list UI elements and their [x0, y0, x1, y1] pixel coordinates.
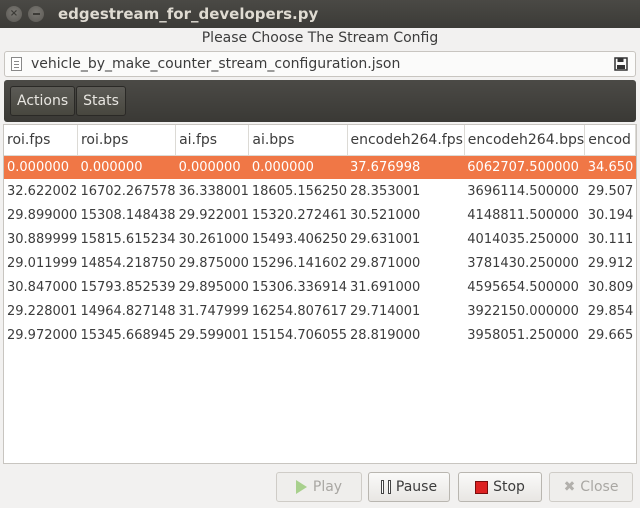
table-cell: 28.819000 [350, 327, 421, 343]
config-file-name: vehicle_by_make_counter_stream_configura… [31, 56, 401, 72]
table-cell: 30.847000 [7, 279, 78, 295]
table-cell: 4595654.500000 [467, 279, 579, 295]
table-cell: 29.599001 [178, 327, 249, 343]
table-cell: 0.000000 [175, 155, 249, 179]
table-cell: 3696114.500000 [467, 183, 579, 199]
table-cell: 14964.827148 [80, 303, 176, 319]
table-cell: 29.912 [587, 255, 634, 271]
table-cell: 3922150.000000 [467, 303, 579, 319]
save-icon[interactable] [613, 56, 629, 72]
dialog-subtitle: Please Choose The Stream Config [201, 30, 439, 46]
table-cell: 30.809 [587, 279, 634, 295]
table-cell: 34.650 [584, 155, 636, 179]
pause-icon [380, 480, 391, 494]
column-header[interactable]: roi.fps [4, 125, 78, 156]
table-cell: 29.665 [587, 327, 634, 343]
table-row[interactable]: 29.899000 15308.148438 29.922001 15320.2724… [4, 203, 636, 227]
column-header[interactable]: ai.bps [248, 125, 348, 156]
table-cell: 0.000000 [248, 155, 347, 179]
toolbar: Actions Stats [4, 80, 636, 122]
table-cell: 16254.807617 [251, 303, 347, 319]
window-close-icon[interactable]: × [6, 6, 22, 22]
table-cell: 15154.706055 [251, 327, 347, 343]
table-cell: 29.875000 [178, 255, 249, 271]
table-row[interactable]: 29.011999 14854.218750 29.875000 15296.1416… [4, 251, 636, 275]
table-cell: 15815.615234 [80, 231, 176, 247]
table-cell: 3958051.250000 [467, 327, 579, 343]
table-cell: 30.111 [587, 231, 634, 247]
table-cell: 4148811.500000 [467, 207, 579, 223]
table-cell: 28.353001 [350, 183, 421, 199]
table-cell: 0.000000 [4, 155, 78, 179]
table-row[interactable]: 30.889999 15815.615234 30.261000 15493.4062… [4, 227, 636, 251]
table-row[interactable]: 30.847000 15793.852539 29.895000 15306.3369… [4, 275, 636, 299]
window-title: edgestream_for_developers.py [58, 5, 319, 23]
table-cell: 29.854 [587, 303, 634, 319]
play-icon [295, 480, 307, 494]
table-cell: 15296.141602 [251, 255, 347, 271]
table-cell: 4014035.250000 [467, 231, 579, 247]
pause-button-label: Pause [395, 479, 438, 495]
close-button-label: Close [580, 479, 619, 495]
table-cell: 18605.156250 [251, 183, 347, 199]
table-cell: 32.622002 [7, 183, 78, 199]
table-cell: 14854.218750 [80, 255, 176, 271]
table-cell: 36.338001 [178, 183, 249, 199]
column-header[interactable]: ai.fps [175, 125, 250, 156]
column-header[interactable]: encodeh264.bps [464, 125, 586, 156]
table-cell: 29.631001 [350, 231, 421, 247]
table-cell: 16702.267578 [80, 183, 176, 199]
table-row[interactable]: 0.000000 0.000000 0.000000 0.000000 37.67699… [4, 155, 636, 179]
play-button[interactable]: Play [276, 472, 362, 502]
table-cell: 37.676998 [347, 155, 465, 179]
column-header[interactable]: encod [584, 125, 636, 156]
table-cell: 15308.148438 [80, 207, 176, 223]
table-cell: 0.000000 [77, 155, 176, 179]
table-cell: 29.011999 [7, 255, 78, 271]
table-row[interactable]: 29.228001 14964.827148 31.747999 16254.8076… [4, 299, 636, 323]
table-cell: 30.261000 [178, 231, 249, 247]
table-row[interactable]: 32.622002 16702.267578 36.338001 18605.1562… [4, 179, 636, 203]
actions-tab[interactable]: Actions [10, 86, 76, 116]
title-bar: × edgestream_for_developers.py [0, 0, 640, 28]
table-cell: 3781430.250000 [467, 255, 579, 271]
close-icon: ✖ [563, 479, 576, 495]
config-file-chooser[interactable]: vehicle_by_make_counter_stream_configura… [4, 51, 636, 77]
stop-icon [475, 480, 489, 494]
table-cell: 30.889999 [7, 231, 78, 247]
table-cell: 29.714001 [350, 303, 421, 319]
table-cell: 31.747999 [178, 303, 249, 319]
table-cell: 15306.336914 [251, 279, 347, 295]
table-cell: 29.895000 [178, 279, 249, 295]
table-cell: 29.871000 [350, 255, 421, 271]
table-header-row: roi.fps roi.bps ai.fps ai.bps encodeh264.fps… [4, 125, 636, 156]
table-cell: 29.899000 [7, 207, 78, 223]
table-cell: 15493.406250 [251, 231, 347, 247]
table-cell: 15320.272461 [251, 207, 347, 223]
table-cell: 29.228001 [7, 303, 78, 319]
table-cell: 30.521000 [350, 207, 421, 223]
column-header[interactable]: encodeh264.fps [347, 125, 465, 156]
column-header[interactable]: roi.bps [77, 125, 177, 156]
table-cell: 15793.852539 [80, 279, 176, 295]
window-minimize-icon[interactable] [28, 6, 44, 22]
play-button-label: Play [312, 479, 343, 495]
document-icon [11, 57, 22, 71]
table-cell: 30.194 [587, 207, 634, 223]
pause-button[interactable]: Pause [368, 472, 450, 502]
stop-button[interactable]: Stop [458, 472, 542, 502]
table-cell: 29.922001 [178, 207, 249, 223]
stats-tab[interactable]: Stats [76, 86, 126, 116]
button-row: Play Pause Stop ✖ Close [0, 472, 640, 504]
table-row[interactable]: 29.972000 15345.668945 29.599001 15154.7060… [4, 323, 636, 347]
table-cell: 31.691000 [350, 279, 421, 295]
table-cell: 29.972000 [7, 327, 78, 343]
stop-button-label: Stop [493, 479, 525, 495]
table-cell: 15345.668945 [80, 327, 176, 343]
table-cell: 29.507 [587, 183, 634, 199]
table-cell: 6062707.500000 [464, 155, 585, 179]
stats-table[interactable]: roi.fps roi.bps ai.fps ai.bps encodeh264.fps… [3, 124, 637, 464]
close-button[interactable]: ✖ Close [549, 472, 633, 502]
